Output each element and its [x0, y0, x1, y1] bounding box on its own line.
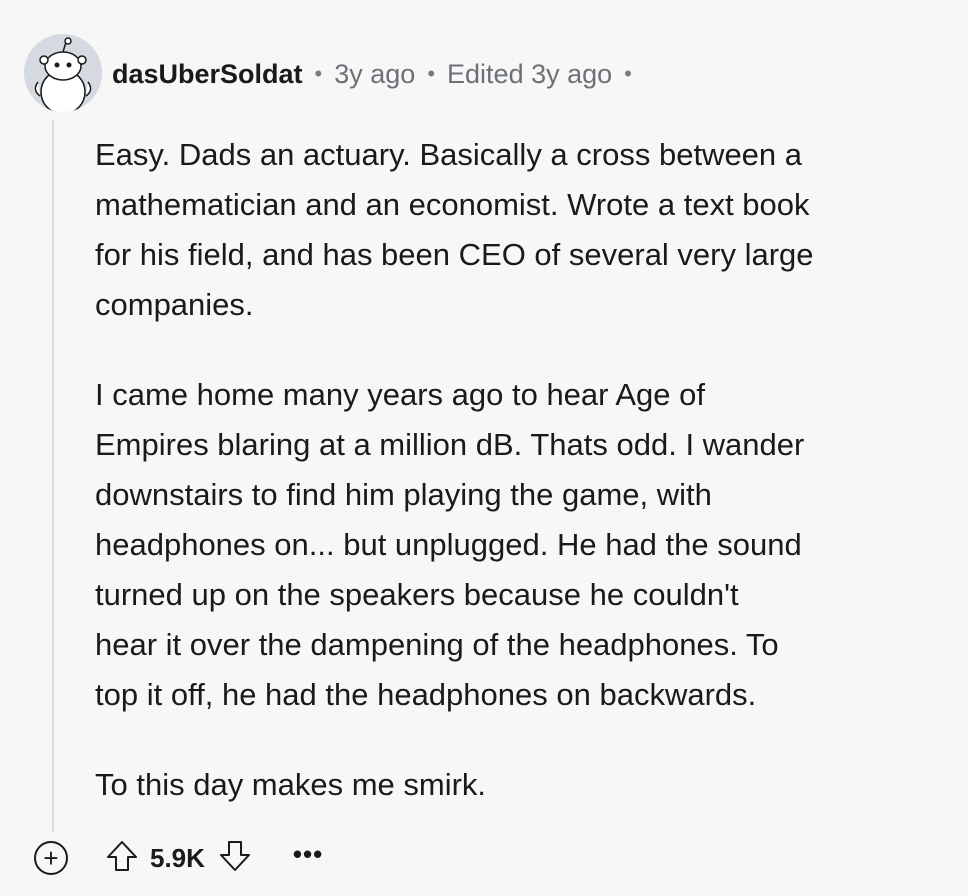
comment-header: dasUberSoldat • 3y ago • Edited 3y ago •: [112, 56, 644, 92]
separator-dot: •: [427, 61, 436, 86]
edited-time: Edited 3y ago: [447, 58, 613, 89]
more-options-button[interactable]: •••: [293, 841, 323, 875]
vote-count: 5.9K: [150, 842, 205, 873]
separator-dot: •: [624, 61, 632, 86]
username[interactable]: dasUberSoldat: [112, 59, 303, 90]
posted-time[interactable]: 3y ago: [334, 59, 415, 90]
comment-paragraph: Easy. Dads an actuary. Basically a cross…: [95, 137, 814, 322]
vote-controls: 5.9K: [104, 838, 253, 879]
comment-actions: + 5.9K •••: [34, 838, 323, 878]
arrow-up-icon[interactable]: [104, 838, 140, 879]
comment: dasUberSoldat • 3y ago • Edited 3y ago •…: [0, 0, 968, 896]
thread-line[interactable]: [52, 120, 54, 832]
comment-body: Easy. Dads an actuary. Basically a cross…: [95, 130, 945, 850]
comment-paragraph: To this day makes me smirk.: [95, 767, 487, 802]
comment-paragraph: I came home many years ago to hear Age o…: [95, 377, 805, 712]
snoo-avatar-icon: [24, 34, 102, 112]
expand-thread-button[interactable]: +: [34, 841, 68, 875]
separator-dot: •: [314, 61, 323, 86]
avatar[interactable]: [24, 34, 102, 112]
arrow-down-icon[interactable]: [217, 838, 253, 879]
